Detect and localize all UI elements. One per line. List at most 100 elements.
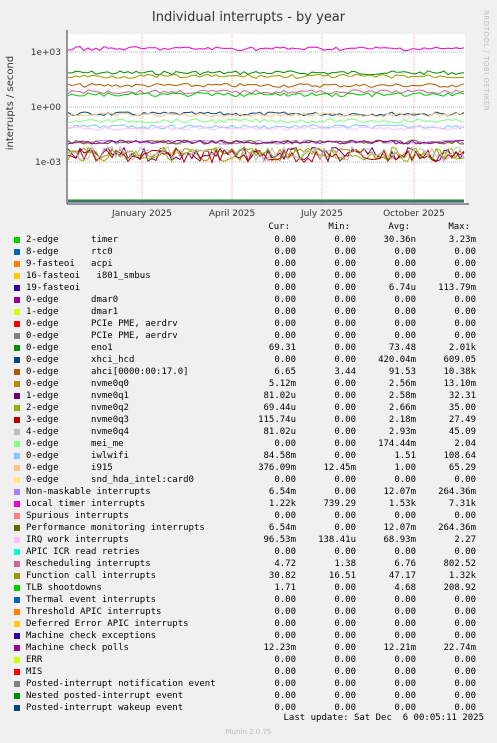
col-avg-header: Avg: bbox=[388, 222, 410, 232]
legend-item: Non-maskable interrupts 6.54m 0.00 12.07m 26… bbox=[0, 487, 497, 499]
legend-swatch bbox=[14, 573, 20, 579]
x-tick-label: April 2025 bbox=[209, 209, 255, 219]
legend-name: TLB shootdowns bbox=[26, 583, 102, 593]
y-tick-label: 1e-03 bbox=[35, 158, 61, 168]
last-update: Last update: Sat Dec 6 00:05:11 2025 bbox=[283, 713, 484, 723]
legend-swatch bbox=[14, 693, 20, 699]
legend-max: 45.09 bbox=[448, 427, 476, 437]
legend-name: 0-edge ahci[0000:00:17.0] bbox=[26, 367, 189, 377]
legend-swatch bbox=[14, 501, 20, 507]
legend-max: 0.00 bbox=[454, 691, 476, 701]
legend-name: 0-edge eno1 bbox=[26, 343, 113, 353]
legend-swatch bbox=[14, 333, 20, 339]
legend-name: 0-edge dmar0 bbox=[26, 295, 119, 305]
legend-name: IRQ work interrupts bbox=[26, 535, 129, 545]
legend-name: 9-fasteoi acpi bbox=[26, 259, 113, 269]
col-cur-header: Cur: bbox=[268, 222, 290, 232]
legend-max: 1.32k bbox=[448, 571, 476, 581]
legend-max: 609.05 bbox=[443, 355, 476, 365]
legend-item: 0-edge snd_hda_intel:card0 0.00 0.00 0.00 0.… bbox=[0, 475, 497, 487]
legend-name: Deferred Error APIC interrupts bbox=[26, 619, 189, 629]
legend-item: Nested posted-interrupt event 0.00 0.00 0.0… bbox=[0, 691, 497, 703]
legend-name: Function call interrupts bbox=[26, 571, 157, 581]
legend-name: Rescheduling interrupts bbox=[26, 559, 151, 569]
legend-max: 22.74m bbox=[443, 643, 476, 653]
legend-max: 108.64 bbox=[443, 451, 476, 461]
legend-name: 0-edge mei_me bbox=[26, 439, 124, 449]
legend-swatch bbox=[14, 345, 20, 351]
legend-name: Spurious interrupts bbox=[26, 511, 129, 521]
legend-item: 2-edge nvme0q2 69.44u 0.00 2.66m 35.00 bbox=[0, 403, 497, 415]
legend-swatch bbox=[14, 621, 20, 627]
plot-area: 1e-03 1e+00 1e+03 January 2025 April 2025 Jul… bbox=[31, 30, 469, 219]
legend-max: 2.04 bbox=[454, 439, 476, 449]
legend-swatch bbox=[14, 585, 20, 591]
legend-item: Local timer interrupts 1.22k 739.29 1.53k 7.… bbox=[0, 499, 497, 511]
legend-item: 16-fasteoi i801_smbus 0.00 0.00 0.00 0.00 bbox=[0, 271, 497, 283]
legend-max: 0.00 bbox=[454, 247, 476, 257]
legend-max: 35.00 bbox=[448, 403, 476, 413]
legend-swatch bbox=[14, 669, 20, 675]
legend-max: 208.92 bbox=[443, 583, 476, 593]
legend-swatch bbox=[14, 381, 20, 387]
legend-name: 4-edge nvme0q4 bbox=[26, 427, 129, 437]
legend-swatch bbox=[14, 489, 20, 495]
legend-swatch bbox=[14, 549, 20, 555]
legend-name: MIS bbox=[26, 667, 43, 677]
legend-swatch bbox=[14, 417, 20, 423]
legend-item: 0-edge PCIe PME, aerdrv 0.00 0.00 0.00 0.00 bbox=[0, 319, 497, 331]
legend-swatch bbox=[14, 405, 20, 411]
y-tick-label: 1e+03 bbox=[31, 48, 61, 58]
legend-swatch bbox=[14, 681, 20, 687]
legend-name: Local timer interrupts bbox=[26, 499, 146, 509]
legend-swatch bbox=[14, 249, 20, 255]
legend-name: Thermal event interrupts bbox=[26, 595, 157, 605]
legend-max: 2.27 bbox=[454, 535, 476, 545]
legend-item: Performance monitoring interrupts 6.54m 0.… bbox=[0, 523, 497, 535]
legend-max: 113.79m bbox=[438, 283, 476, 293]
legend-max: 0.00 bbox=[454, 307, 476, 317]
legend-max: 13.10m bbox=[443, 379, 476, 389]
legend-max: 0.00 bbox=[454, 679, 476, 689]
legend-item: 2-edge timer 0.00 0.00 30.36n 3.23m bbox=[0, 235, 497, 247]
legend-max: 0.00 bbox=[454, 547, 476, 557]
legend-max: 0.00 bbox=[454, 331, 476, 341]
legend-item: APIC ICR read retries 0.00 0.00 0.00 0.00 bbox=[0, 547, 497, 559]
legend-swatch bbox=[14, 645, 20, 651]
legend-max: 802.52 bbox=[443, 559, 476, 569]
legend-swatch bbox=[14, 321, 20, 327]
legend-name: 0-edge i915 bbox=[26, 463, 113, 473]
legend-swatch bbox=[14, 297, 20, 303]
legend-swatch bbox=[14, 513, 20, 519]
legend-swatch bbox=[14, 369, 20, 375]
x-tick-label: July 2025 bbox=[300, 209, 343, 219]
legend-item: 0-edge PCIe PME, aerdrv 0.00 0.00 0.00 0.00 bbox=[0, 331, 497, 343]
legend-header: Cur: Min: Avg: Max: bbox=[0, 222, 497, 234]
legend-item: 0-edge iwlwifi 84.58m 0.00 1.51 108.64 bbox=[0, 451, 497, 463]
legend-name: 0-edge PCIe PME, aerdrv bbox=[26, 331, 178, 341]
legend-item: Thermal event interrupts 0.00 0.00 0.00 0.00 bbox=[0, 595, 497, 607]
legend-swatch bbox=[14, 465, 20, 471]
legend-item: 1-edge dmar1 0.00 0.00 0.00 0.00 bbox=[0, 307, 497, 319]
legend-item: 0-edge mei_me 0.00 0.00 174.44m 2.04 bbox=[0, 439, 497, 451]
legend-name: Posted-interrupt notification event bbox=[26, 679, 216, 689]
legend-name: Machine check polls bbox=[26, 643, 129, 653]
legend-item: MIS 0.00 0.00 0.00 0.00 bbox=[0, 667, 497, 679]
legend-name: APIC ICR read retries bbox=[26, 547, 140, 557]
legend-name: Posted-interrupt wakeup event bbox=[26, 703, 184, 713]
legend-max: 0.00 bbox=[454, 631, 476, 641]
legend-item: 1-edge nvme0q1 81.02u 0.00 2.58m 32.31 bbox=[0, 391, 497, 403]
legend-swatch bbox=[14, 609, 20, 615]
legend-item: 9-fasteoi acpi 0.00 0.00 0.00 0.00 bbox=[0, 259, 497, 271]
legend-max: 0.00 bbox=[454, 259, 476, 269]
legend-name: Machine check exceptions bbox=[26, 631, 157, 641]
legend-max: 10.38k bbox=[443, 367, 476, 377]
legend-swatch bbox=[14, 561, 20, 567]
legend-swatch bbox=[14, 525, 20, 531]
legend-name: Non-maskable interrupts bbox=[26, 487, 151, 497]
legend-swatch bbox=[14, 429, 20, 435]
y-tick-label: 1e+00 bbox=[31, 103, 62, 113]
legend-item: Threshold APIC interrupts 0.00 0.00 0.00 0.0… bbox=[0, 607, 497, 619]
legend-max: 264.36m bbox=[438, 487, 476, 497]
legend-swatch bbox=[14, 633, 20, 639]
